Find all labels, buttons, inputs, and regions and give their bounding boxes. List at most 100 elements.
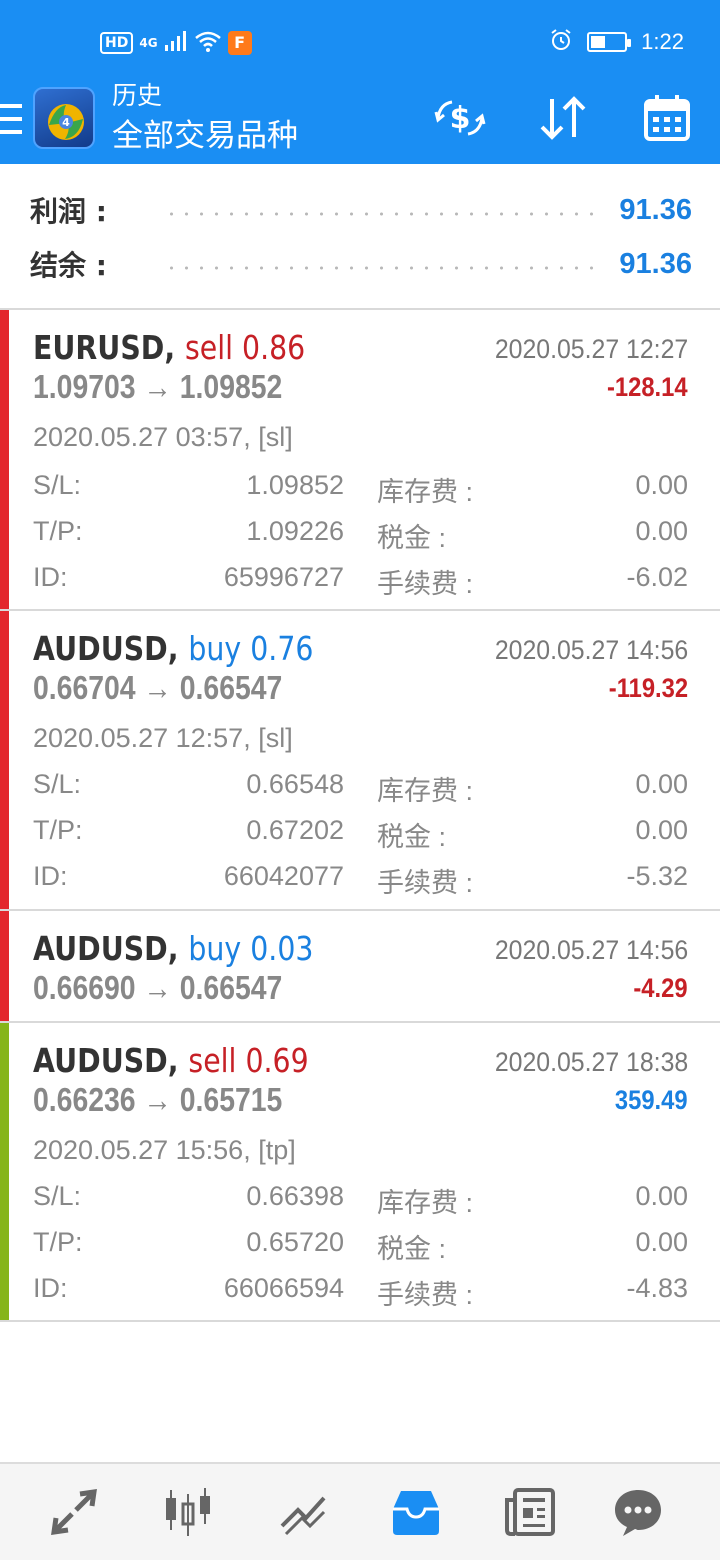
deal-symbol-line: AUDUSD, buy 0.03	[33, 929, 313, 968]
menu-icon[interactable]	[0, 104, 22, 134]
id-value: 66042077	[223, 861, 344, 891]
tp-value: 1.09226	[246, 516, 344, 546]
currency-exchange-icon[interactable]: $	[430, 92, 490, 144]
chart-icon[interactable]	[270, 1480, 334, 1544]
id-value: 65996727	[223, 562, 344, 592]
tp-label: T/P:	[33, 815, 83, 845]
news-icon[interactable]	[498, 1480, 562, 1544]
swap-label: 库存费 :	[377, 776, 474, 806]
loss-indicator-bar	[0, 611, 9, 909]
deal-open-info: 2020.05.27 12:57, [sl]	[33, 723, 293, 753]
screen-title: 历史	[112, 81, 163, 110]
deal-symbol: AUDUSD,	[33, 929, 179, 968]
deal-item[interactable]: EURUSD, sell 0.86 2020.05.27 12:27 1.097…	[0, 310, 720, 611]
id-label: ID:	[33, 562, 68, 592]
sort-icon[interactable]	[533, 92, 593, 144]
chat-icon[interactable]	[606, 1480, 670, 1544]
deal-detail-row: S/L: 1.09852 库存费 : 0.00	[33, 470, 688, 510]
swap-value: 0.00	[635, 470, 688, 500]
signal-icon	[164, 31, 188, 55]
deal-detail-row: ID: 66066594 手续费 : -4.83	[33, 1273, 688, 1313]
deal-symbol-line: AUDUSD, sell 0.69	[33, 1041, 309, 1080]
svg-text:$: $	[450, 101, 471, 136]
deal-profit: -4.29	[633, 973, 688, 1003]
deal-detail-row: T/P: 0.65720 税金 : 0.00	[33, 1227, 688, 1267]
deal-action: sell 0.69	[188, 1041, 309, 1080]
app-notification-icon: F	[227, 31, 252, 55]
deal-close-time: 2020.05.27 14:56	[494, 935, 688, 965]
summary-panel: 利润 : 91.36 结余 : 91.36	[0, 164, 720, 310]
sl-label: S/L:	[33, 470, 82, 500]
loss-indicator-bar	[0, 911, 9, 1021]
deal-profit: -128.14	[607, 372, 688, 402]
fee-label: 手续费 :	[377, 868, 474, 898]
app-bar: 4 历史 全部交易品种 $	[0, 82, 720, 164]
deal-detail-row: S/L: 0.66548 库存费 : 0.00	[33, 769, 688, 809]
mt4-logo: 4	[33, 87, 95, 149]
tp-value: 0.65720	[246, 1227, 344, 1257]
tax-value: 0.00	[635, 815, 688, 845]
tp-label: T/P:	[33, 1227, 83, 1257]
deal-prices: 1.09703 → 1.09852	[33, 368, 283, 405]
deal-detail-row: S/L: 0.66398 库存费 : 0.00	[33, 1181, 688, 1221]
swap-label: 库存费 :	[377, 1188, 474, 1218]
deal-symbol-line: AUDUSD, buy 0.76	[33, 629, 313, 668]
clock: 1:22	[641, 29, 684, 54]
deal-symbol: AUDUSD,	[33, 1041, 179, 1080]
sl-label: S/L:	[33, 1181, 82, 1211]
balance-value: 91.36	[619, 247, 692, 280]
deal-detail-row: ID: 66042077 手续费 : -5.32	[33, 861, 688, 901]
deal-symbol-line: EURUSD, sell 0.86	[33, 328, 305, 367]
id-label: ID:	[33, 1273, 68, 1303]
deal-item[interactable]: AUDUSD, buy 0.03 2020.05.27 14:56 0.6669…	[0, 911, 720, 1023]
battery-icon	[587, 32, 632, 52]
svg-text:4: 4	[62, 116, 70, 129]
sl-value: 0.66548	[246, 769, 344, 799]
id-label: ID:	[33, 861, 68, 891]
deal-detail-row: T/P: 0.67202 税金 : 0.00	[33, 815, 688, 855]
tp-label: T/P:	[33, 516, 83, 546]
swap-value: 0.00	[635, 769, 688, 799]
wifi-icon	[194, 30, 222, 56]
alarm-icon	[549, 28, 573, 56]
deal-action: sell 0.86	[185, 328, 306, 367]
network-type: 4G	[139, 36, 158, 50]
deal-detail-row: T/P: 1.09226 税金 : 0.00	[33, 516, 688, 556]
quotes-icon[interactable]	[156, 1480, 220, 1544]
fee-value: -5.32	[626, 861, 688, 891]
status-bar: HD 4G F 1:22	[0, 0, 720, 82]
sl-label: S/L:	[33, 769, 82, 799]
deal-item[interactable]: AUDUSD, buy 0.76 2020.05.27 14:56 0.6670…	[0, 611, 720, 911]
profit-indicator-bar	[0, 1023, 9, 1320]
calendar-icon[interactable]	[637, 92, 697, 144]
profit-label: 利润 :	[30, 195, 107, 228]
trade-icon[interactable]	[42, 1480, 106, 1544]
deal-close-time: 2020.05.27 18:38	[494, 1047, 688, 1077]
deal-symbol: AUDUSD,	[33, 629, 179, 668]
bottom-navigation	[0, 1462, 720, 1560]
deal-profit: 359.49	[615, 1085, 688, 1115]
status-left: HD 4G F	[100, 30, 252, 56]
sl-value: 1.09852	[246, 470, 344, 500]
fee-value: -4.83	[626, 1273, 688, 1303]
profit-value: 91.36	[619, 193, 692, 226]
tax-label: 税金 :	[377, 822, 447, 852]
symbol-filter-title[interactable]: 全部交易品种	[112, 118, 298, 154]
deal-profit: -119.32	[608, 673, 688, 703]
dotted-leader	[164, 212, 596, 216]
tax-label: 税金 :	[377, 523, 447, 553]
loss-indicator-bar	[0, 310, 9, 609]
deal-open-info: 2020.05.27 15:56, [tp]	[33, 1135, 296, 1165]
balance-row: 结余 : 91.36	[30, 244, 692, 284]
tax-value: 0.00	[635, 1227, 688, 1257]
deal-action: buy 0.03	[188, 929, 314, 968]
sl-value: 0.66398	[246, 1181, 344, 1211]
deal-close-time: 2020.05.27 12:27	[494, 334, 688, 364]
tax-value: 0.00	[635, 516, 688, 546]
history-icon[interactable]	[384, 1480, 448, 1544]
swap-label: 库存费 :	[377, 477, 474, 507]
deal-item[interactable]: AUDUSD, sell 0.69 2020.05.27 18:38 0.662…	[0, 1023, 720, 1322]
id-value: 66066594	[223, 1273, 344, 1303]
deal-prices: 0.66690 → 0.66547	[33, 969, 283, 1006]
tax-label: 税金 :	[377, 1234, 447, 1264]
